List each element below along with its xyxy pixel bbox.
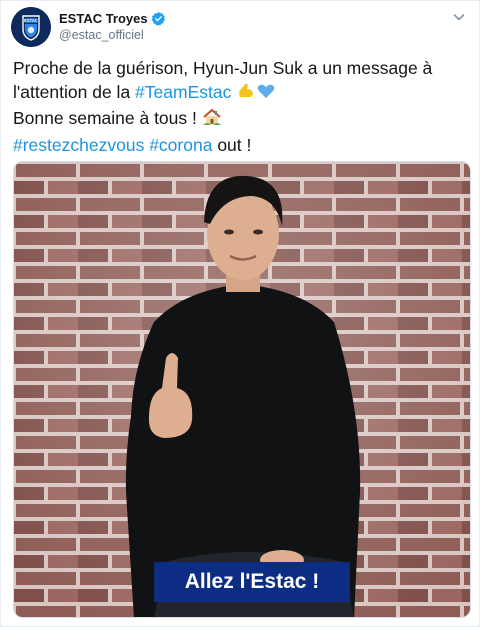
tweet-line-2-text: l'attention de la [13, 81, 136, 102]
estac-crest-icon: ESTAC [11, 7, 51, 47]
hashtag-restezchezvous[interactable]: #restezchezvous [13, 135, 144, 155]
avatar[interactable]: ESTAC [11, 7, 51, 47]
hashtag-teamestac[interactable]: #TeamEstac [135, 82, 231, 102]
tweet-text: Proche de la guérison, Hyun-Jun Suk a un… [13, 57, 465, 157]
tweet-line-1: Proche de la guérison, Hyun-Jun Suk a un… [13, 58, 433, 78]
account-names: ESTAC Troyes @estac_officiel [59, 9, 166, 42]
svg-text:ESTAC: ESTAC [24, 18, 38, 23]
flexed-biceps-emoji-icon [236, 81, 256, 108]
tweet-line-3: Bonne semaine à tous ! [13, 107, 465, 134]
tweet-line-4: #restezchezvous #corona out ! [13, 134, 465, 158]
display-name[interactable]: ESTAC Troyes [59, 11, 148, 26]
video-frame-image [14, 162, 470, 617]
tweet-line-4-text: out ! [212, 134, 252, 155]
tweet-card: ESTAC ESTAC Troyes @estac_officiel Proch… [0, 0, 480, 627]
tweet-line-3-text: Bonne semaine à tous ! [13, 108, 202, 128]
tweet-line-2: l'attention de la #TeamEstac [13, 81, 465, 108]
video-caption: Allez l'Estac ! [154, 562, 350, 602]
house-emoji-icon [202, 107, 222, 134]
hashtag-corona[interactable]: #corona [149, 135, 212, 155]
display-name-row: ESTAC Troyes [59, 9, 166, 27]
chevron-down-icon[interactable] [451, 9, 467, 25]
account-handle[interactable]: @estac_officiel [59, 28, 166, 42]
tweet-header: ESTAC ESTAC Troyes @estac_officiel [11, 7, 471, 47]
video-player[interactable]: Allez l'Estac ! [13, 161, 471, 618]
blue-heart-emoji-icon [256, 81, 276, 108]
verified-badge-icon [151, 11, 166, 26]
